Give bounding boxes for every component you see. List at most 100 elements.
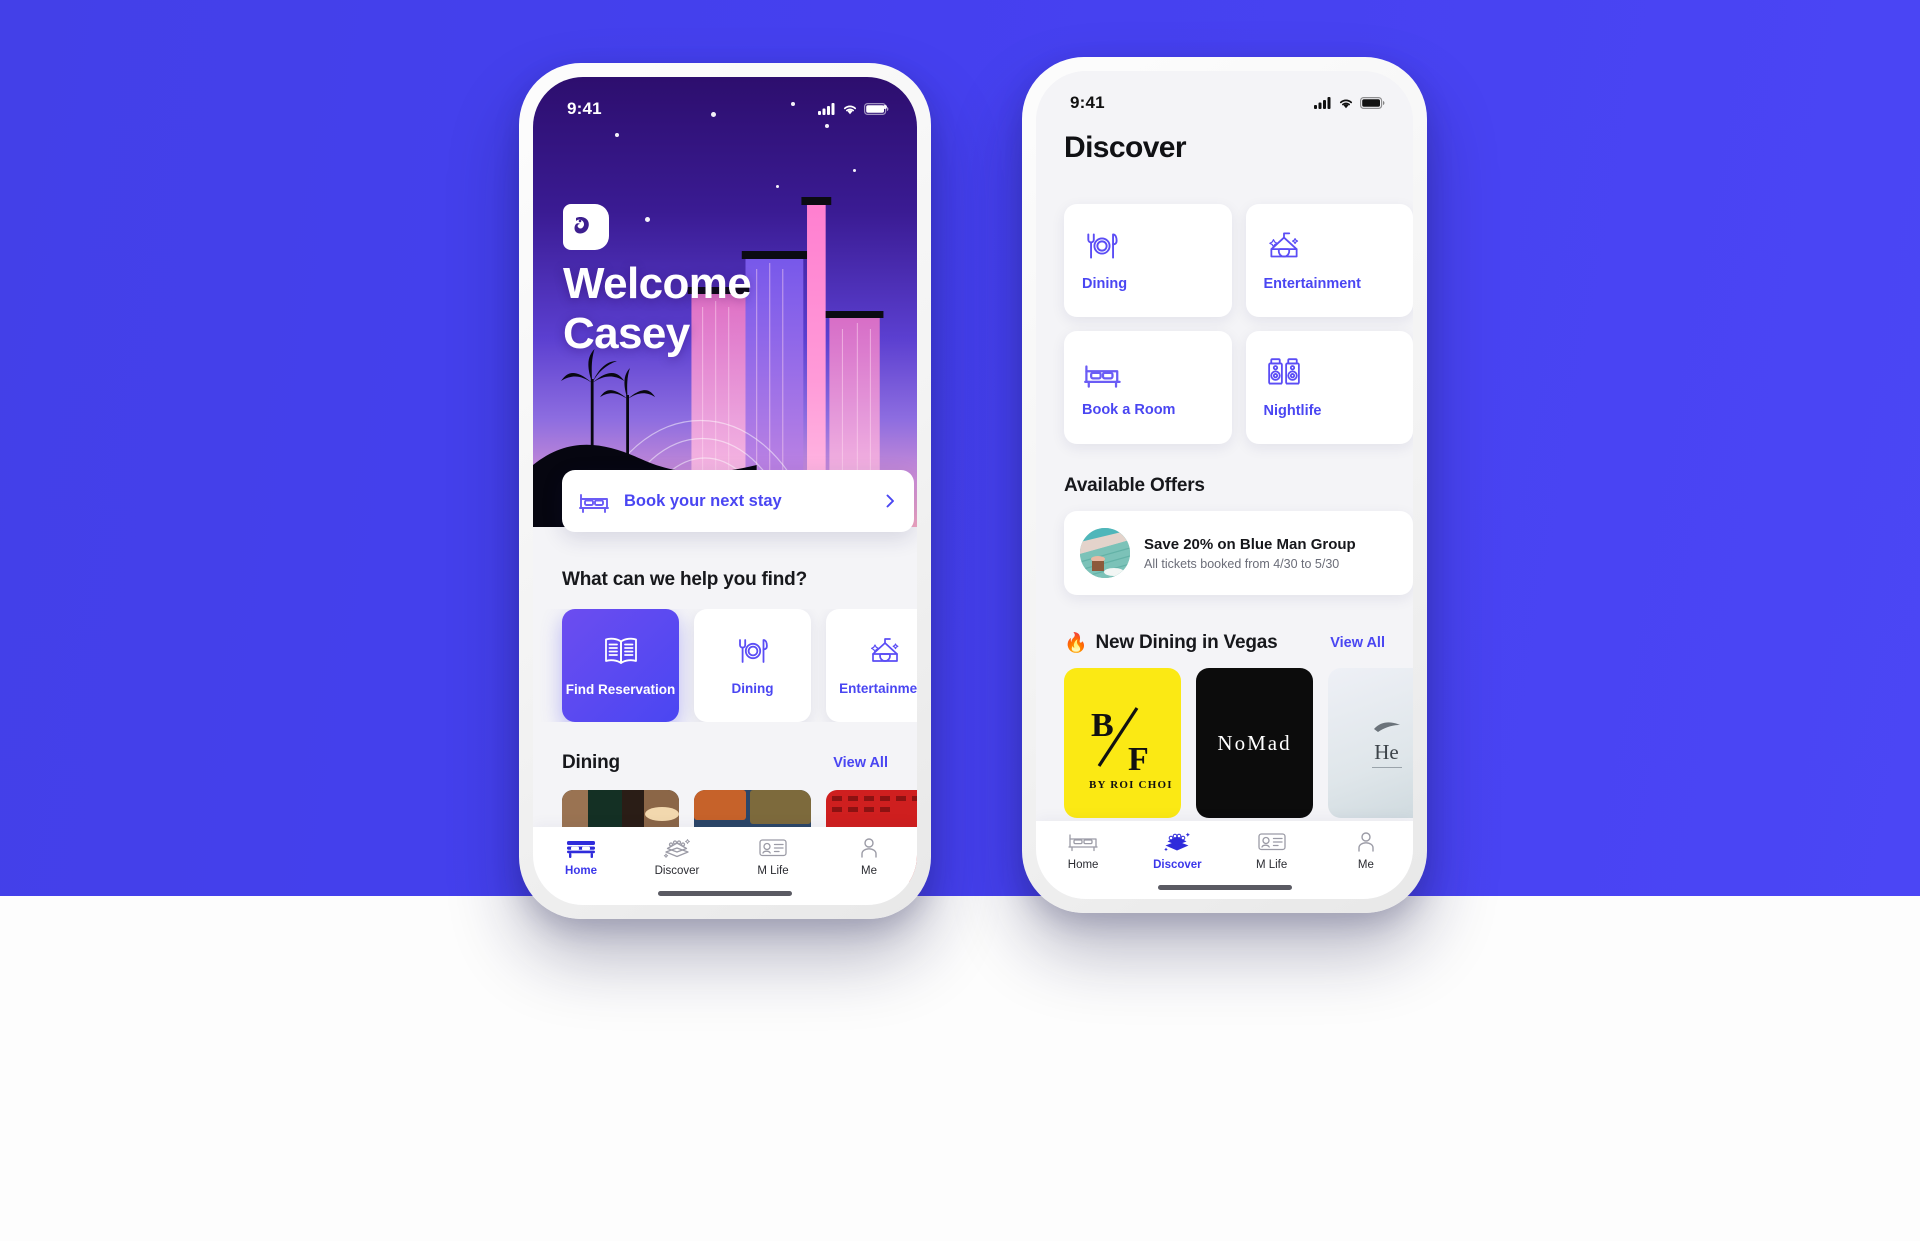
- status-bar-home: 9:41: [533, 77, 917, 125]
- book-next-stay-card[interactable]: Book your next stay: [562, 470, 914, 532]
- tab-home[interactable]: Home: [533, 836, 629, 877]
- diamond-stack-icon: [1164, 832, 1191, 852]
- chevron-right-icon: [886, 494, 894, 508]
- tab-label: Home: [1067, 859, 1099, 871]
- discover-category-grid[interactable]: Dining Entertainment Book a Room Nightli…: [1064, 204, 1413, 444]
- tab-mlife[interactable]: M Life: [1225, 830, 1319, 871]
- hexx-wordmark-group: He: [1371, 719, 1402, 768]
- page-title: Discover: [1064, 131, 1187, 164]
- cutlery-plate-icon: [738, 639, 768, 663]
- screen-discover: 9:41 Discover Dining Entertainment Book …: [1036, 71, 1413, 899]
- dining-section-heading: Dining View All: [533, 752, 917, 774]
- available-offers-title: Available Offers: [1064, 475, 1205, 496]
- category-label: Book a Room: [1082, 402, 1176, 418]
- chip-find-reservation[interactable]: Find Reservation: [562, 609, 679, 722]
- wifi-icon: [1339, 99, 1353, 109]
- discover-body: 9:41 Discover Dining Entertainment Book …: [1036, 71, 1413, 899]
- tab-me[interactable]: Me: [821, 836, 917, 877]
- background-lower-band: [0, 896, 1920, 1241]
- help-chip-row[interactable]: Find Reservation Dining Entertainme: [533, 609, 917, 722]
- new-dining-title-group: 🔥 New Dining in Vegas: [1064, 631, 1278, 655]
- pool-lounge-photo: [1080, 528, 1130, 578]
- welcome-line-2: Casey: [563, 309, 690, 358]
- restaurant-card-best-friend[interactable]: B F BY ROI CHOI: [1064, 668, 1181, 818]
- bird-icon: [1373, 721, 1400, 732]
- tab-bar-home[interactable]: Home Discover M Life Me: [533, 827, 917, 905]
- tab-label: Discover: [1153, 859, 1202, 871]
- person-icon: [1358, 832, 1374, 852]
- hexx-wordmark: He: [1371, 740, 1402, 768]
- circus-tent-icon: [1268, 232, 1298, 258]
- wifi-icon: [843, 105, 857, 115]
- status-bar-discover: 9:41: [1036, 71, 1413, 119]
- category-label: Entertainment: [1263, 276, 1362, 292]
- circus-tent-icon: [870, 638, 898, 662]
- new-dining-title: New Dining in Vegas: [1095, 632, 1278, 653]
- phone-mockup-home: Welcome Casey 9:41 Book your next stay W…: [519, 63, 931, 919]
- screen-home: Welcome Casey 9:41 Book your next stay W…: [533, 77, 917, 905]
- tab-label: Home: [565, 865, 597, 877]
- membership-card-icon: [759, 839, 787, 857]
- restaurant-logo-row[interactable]: B F BY ROI CHOI NoMad He: [1064, 668, 1413, 818]
- signal-bars-icon: [818, 103, 835, 115]
- membership-card-icon: [1257, 833, 1286, 851]
- fire-emoji-icon: 🔥: [1064, 633, 1088, 654]
- category-card-entertainment[interactable]: Entertainment: [1245, 204, 1413, 317]
- category-card-book-a-room[interactable]: Book a Room: [1064, 331, 1232, 444]
- help-section-title: What can we help you find?: [562, 569, 807, 590]
- speakers-icon: [1267, 358, 1300, 385]
- chip-label: Find Reservation: [565, 682, 676, 697]
- category-label: Nightlife: [1263, 403, 1322, 419]
- restaurant-card-hexx[interactable]: He: [1328, 668, 1413, 818]
- open-book-icon: [604, 637, 637, 664]
- offer-thumbnail: [1080, 528, 1130, 578]
- signal-bars-icon: [1314, 97, 1331, 109]
- tab-label: M Life: [1255, 859, 1288, 871]
- restaurant-card-nomad[interactable]: NoMad: [1196, 668, 1313, 818]
- bed-icon: [567, 841, 595, 858]
- home-indicator: [658, 891, 792, 896]
- offer-text-block: Save 20% on Blue Man Group All tickets b…: [1144, 536, 1356, 571]
- welcome-heading: Welcome Casey: [563, 259, 752, 359]
- status-time: 9:41: [567, 99, 602, 118]
- brand-letter-b: B: [1091, 707, 1114, 744]
- brand-subtitle: BY ROI CHOI: [1089, 779, 1173, 791]
- category-card-dining[interactable]: Dining: [1064, 204, 1232, 317]
- brand-letter-f: F: [1128, 741, 1149, 778]
- tab-bar-discover[interactable]: Home Discover M Life Me: [1036, 821, 1413, 899]
- bed-icon: [1068, 834, 1098, 852]
- bed-icon: [579, 494, 609, 513]
- offer-title: Save 20% on Blue Man Group: [1144, 535, 1356, 553]
- best-friend-logo-icon: B F BY ROI CHOI: [1089, 707, 1173, 791]
- tab-label: Discover: [654, 865, 700, 877]
- chip-dining[interactable]: Dining: [694, 609, 811, 722]
- hero-illustration: Welcome Casey: [533, 77, 917, 527]
- category-label: Dining: [1082, 276, 1128, 292]
- phone-mockup-discover: 9:41 Discover Dining Entertainment Book …: [1022, 57, 1427, 913]
- bed-icon: [1084, 365, 1121, 388]
- battery-icon: [1360, 97, 1385, 109]
- nomad-wordmark: NoMad: [1217, 730, 1292, 755]
- home-indicator: [1157, 885, 1292, 890]
- tab-discover[interactable]: Discover: [1130, 830, 1224, 871]
- tab-home[interactable]: Home: [1036, 830, 1130, 871]
- new-dining-view-all-link[interactable]: View All: [1330, 635, 1385, 651]
- brand-logo: [563, 204, 609, 250]
- welcome-line-1: Welcome: [563, 259, 752, 308]
- new-dining-heading: 🔥 New Dining in Vegas View All: [1036, 631, 1413, 655]
- category-card-nightlife[interactable]: Nightlife: [1245, 331, 1413, 444]
- tab-discover[interactable]: Discover: [629, 836, 725, 877]
- chip-entertainment[interactable]: Entertainment: [826, 609, 917, 722]
- diamond-stack-icon: [663, 839, 690, 858]
- battery-icon: [864, 103, 889, 115]
- tab-label: Me: [1357, 859, 1374, 871]
- offer-subtitle: All tickets booked from 4/30 to 5/30: [1144, 556, 1340, 571]
- dining-section-title: Dining: [562, 752, 620, 773]
- offer-card-blue-man-group[interactable]: Save 20% on Blue Man Group All tickets b…: [1064, 511, 1413, 595]
- tab-mlife[interactable]: M Life: [725, 836, 821, 877]
- tab-label: M Life: [757, 865, 789, 877]
- person-icon: [861, 838, 877, 858]
- mgm-lion-logo-icon: [573, 215, 599, 239]
- tab-me[interactable]: Me: [1319, 830, 1413, 871]
- dining-view-all-link[interactable]: View All: [833, 755, 888, 771]
